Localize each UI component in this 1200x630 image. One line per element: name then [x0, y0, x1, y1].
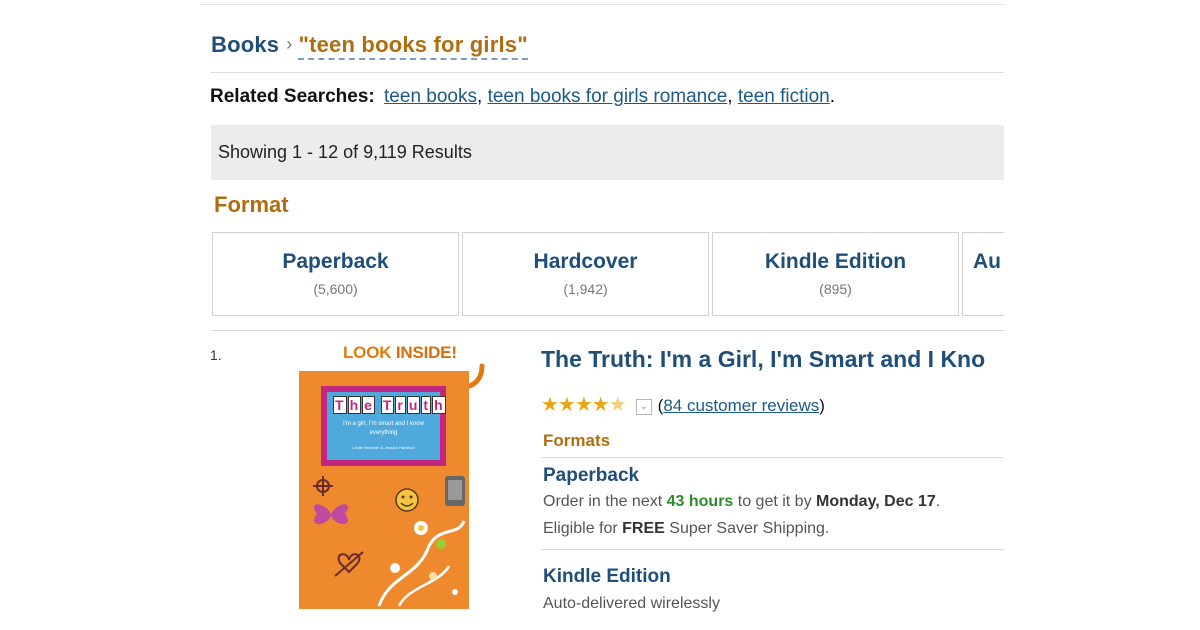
results-count: Showing 1 - 12 of 9,119 Results — [218, 142, 472, 162]
format-option-count: (895) — [819, 281, 852, 297]
format-option-paperback[interactable]: Paperback (5,600) — [212, 232, 459, 316]
star-rating-icon[interactable]: ★★★★★ — [541, 394, 627, 416]
format-option-count: (1,942) — [563, 281, 608, 297]
related-searches-label: Related Searches: — [210, 86, 375, 107]
format-option-count: (5,600) — [313, 281, 358, 297]
divider — [541, 549, 1004, 550]
breadcrumb-books-link[interactable]: Books — [211, 32, 279, 57]
kindle-delivery-note: Auto-delivered wirelessly — [543, 595, 720, 612]
result-title-link[interactable]: The Truth: I'm a Girl, I'm Smart and I K… — [541, 346, 985, 373]
hours-remaining: 43 hours — [666, 493, 734, 510]
free-shipping-label: FREE — [622, 520, 665, 537]
result-rank: 1. — [210, 347, 222, 363]
format-option-hardcover[interactable]: Hardcover (1,942) — [462, 232, 709, 316]
format-option-kindle-edition[interactable]: Kindle Edition (895) — [712, 232, 959, 316]
chevron-down-icon[interactable]: ⌄ — [635, 399, 652, 415]
breadcrumb: Books › "teen books for girls" — [211, 32, 528, 60]
cover-blurb: I'm a girl, I'm smart and I know everyth… — [343, 421, 424, 436]
delivery-date: Monday, Dec 17 — [816, 493, 936, 510]
shipping-eligibility: Eligible for FREE Super Saver Shipping. — [543, 520, 830, 537]
related-searches: Related Searches: teen books, teen books… — [210, 86, 836, 107]
divider — [211, 330, 1004, 331]
cover-author-line: Leslie Newman & Jessica Hamilton — [352, 445, 415, 450]
customer-reviews-link[interactable]: 84 customer reviews — [663, 396, 819, 415]
related-search-link[interactable]: teen fiction — [738, 86, 830, 107]
book-cover-image[interactable]: The Truth I'm a girl, I'm smart and I kn… — [299, 371, 469, 609]
format-paperback-link[interactable]: Paperback — [543, 465, 639, 487]
cover-decoration-icon — [313, 476, 466, 607]
format-option-name: Au — [973, 250, 1001, 273]
format-heading: Format — [214, 192, 289, 217]
look-inside-badge[interactable]: LOOK INSIDE! — [343, 343, 457, 363]
cover-title-tiles: The Truth — [333, 396, 446, 414]
format-option-name: Hardcover — [533, 250, 638, 273]
delivery-estimate: Order in the next 43 hours to get it by … — [543, 493, 941, 510]
related-search-link[interactable]: teen books for girls romance — [488, 86, 728, 107]
format-kindle-edition-link[interactable]: Kindle Edition — [543, 566, 671, 588]
content-viewport: Books › "teen books for girls" Related Sea… — [0, 0, 1004, 630]
format-option-name: Kindle Edition — [764, 250, 907, 273]
divider — [541, 457, 1004, 458]
breadcrumb-separator-icon: › — [286, 34, 293, 54]
results-summary-bar: Showing 1 - 12 of 9,119 Results — [211, 125, 1004, 180]
search-results-page: Books › "teen books for girls" Related Sea… — [0, 0, 1200, 630]
format-option-audio[interactable]: Au — [962, 232, 1004, 316]
related-search-link[interactable]: teen books — [384, 86, 477, 107]
formats-heading: Formats — [543, 431, 611, 450]
cover-title-frame: The Truth I'm a girl, I'm smart and I kn… — [321, 386, 446, 466]
breadcrumb-query[interactable]: "teen books for girls" — [298, 32, 528, 60]
rating-row: ★★★★★ ⌄ (84 customer reviews) — [541, 394, 825, 416]
divider — [211, 72, 1004, 73]
format-option-name: Paperback — [282, 250, 389, 273]
